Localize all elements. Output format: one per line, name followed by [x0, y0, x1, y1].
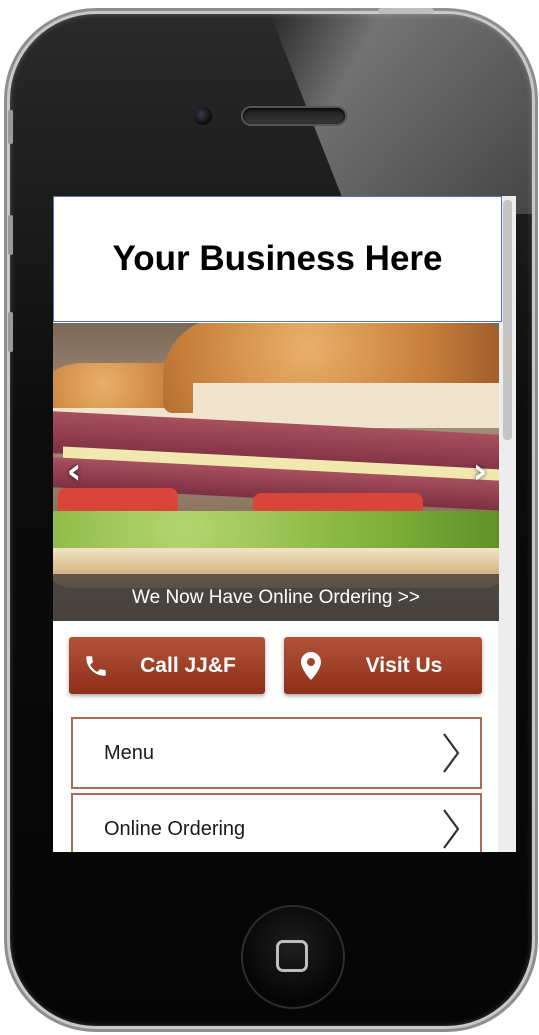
nav-item-label: Online Ordering [104, 817, 246, 840]
mute-switch [8, 110, 13, 144]
image-slider[interactable]: ‹ › We Now Have Online Ordering >> [53, 323, 499, 621]
visit-button[interactable]: Visit Us [284, 637, 482, 694]
nav-list: Menu Online Ordering [71, 717, 482, 852]
phone-screen: Your Business Here ‹ › We Now Have Onlin… [53, 196, 516, 852]
scrollbar-thumb[interactable] [503, 200, 512, 440]
call-button[interactable]: Call JJ&F [69, 637, 265, 694]
home-button[interactable] [243, 907, 343, 1007]
page-title: Your Business Here [112, 239, 443, 278]
chevron-right-icon [443, 809, 460, 849]
slider-caption-text: We Now Have Online Ordering >> [132, 586, 420, 608]
map-pin-icon [296, 651, 326, 681]
volume-up-button [8, 215, 13, 255]
slider-caption[interactable]: We Now Have Online Ordering >> [53, 574, 499, 621]
chevron-left-icon: ‹ [66, 451, 82, 492]
call-button-label: Call JJ&F [140, 653, 236, 677]
chevron-right-icon [443, 733, 460, 773]
front-camera [194, 107, 212, 125]
home-square-icon [276, 940, 308, 972]
nav-item-menu[interactable]: Menu [71, 717, 482, 789]
nav-item-label: Menu [104, 741, 155, 764]
volume-down-button [8, 312, 13, 352]
nav-item-online-ordering[interactable]: Online Ordering [71, 793, 482, 852]
chevron-right-icon: › [472, 451, 488, 492]
visit-button-label: Visit Us [365, 653, 443, 677]
slider-next-arrow[interactable]: › [465, 454, 495, 490]
earpiece-speaker [243, 108, 345, 124]
slider-prev-arrow[interactable]: ‹ [59, 454, 89, 490]
phone-icon [81, 651, 111, 681]
site-header: Your Business Here [53, 196, 502, 322]
power-button [378, 8, 434, 14]
